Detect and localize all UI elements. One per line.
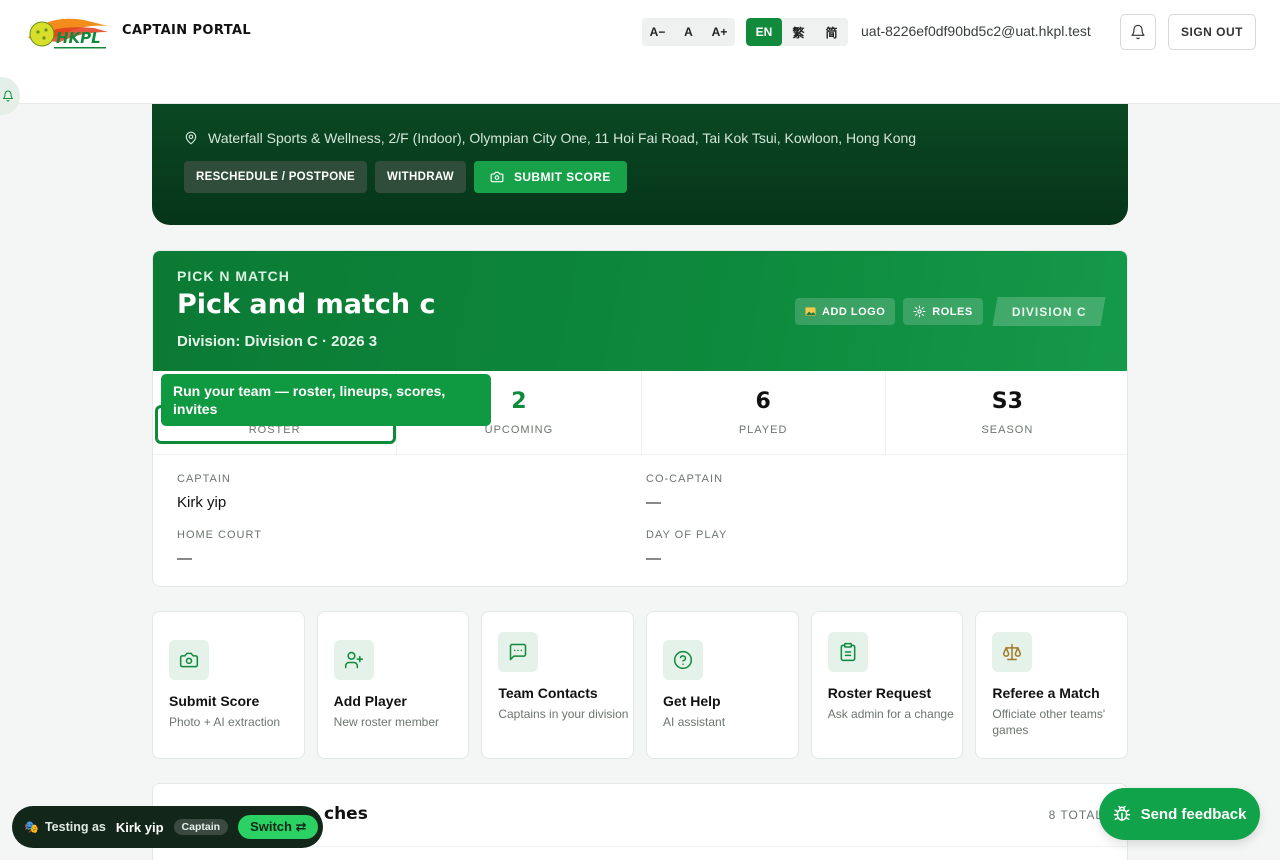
team-hero-actions: ADD LOGO ROLES DIVISION C bbox=[795, 297, 1106, 326]
font-size-controls: A− A A+ bbox=[642, 18, 735, 46]
quick-action-subtitle: AI assistant bbox=[663, 715, 726, 729]
notifications-button[interactable] bbox=[1120, 14, 1156, 50]
team-hero: PICK N MATCH Pick and match c Division: … bbox=[153, 251, 1127, 371]
team-subtitle: Division: Division C · 2026 3 bbox=[177, 333, 378, 350]
testing-as-bar: 🎭 Testing as Kirk yip Captain Switch ⇄ bbox=[12, 806, 323, 848]
stat-season-value: S3 bbox=[991, 389, 1023, 414]
portal-title: CAPTAIN PORTAL bbox=[122, 23, 252, 38]
bug-icon bbox=[1113, 805, 1130, 821]
home-court-value: — bbox=[177, 550, 192, 567]
add-logo-label: ADD LOGO bbox=[822, 305, 886, 318]
roles-label: ROLES bbox=[932, 305, 973, 318]
quick-action-get-help[interactable]: Get Help AI assistant bbox=[646, 611, 799, 759]
withdraw-button[interactable]: WITHDRAW bbox=[375, 161, 466, 193]
home-court-label: HOME COURT bbox=[177, 529, 262, 541]
chat-icon bbox=[498, 632, 539, 672]
stat-season-label: SEASON bbox=[981, 424, 1034, 436]
stat-season[interactable]: S3 SEASON bbox=[886, 371, 1127, 454]
testing-label: Testing as bbox=[44, 820, 106, 834]
submit-score-button[interactable]: SUBMIT SCORE bbox=[473, 161, 627, 193]
roles-button[interactable]: ROLES bbox=[903, 298, 983, 325]
onboarding-tooltip: Run your team — roster, lineups, scores,… bbox=[161, 374, 491, 426]
captain-label: CAPTAIN bbox=[177, 473, 231, 485]
hkpl-logo[interactable]: HKPL bbox=[24, 12, 110, 52]
stat-played-value: 6 bbox=[755, 389, 771, 414]
gear-icon bbox=[913, 305, 926, 318]
stat-played-label: PLAYED bbox=[738, 424, 788, 436]
theater-masks-icon: 🎭 bbox=[24, 820, 39, 834]
testing-user-name: Kirk yip bbox=[115, 819, 164, 835]
add-logo-button[interactable]: ADD LOGO bbox=[795, 298, 896, 325]
top-header: HKPL CAPTAIN PORTAL A− A A+ EN 繁 简 uat-8… bbox=[0, 0, 1280, 104]
quick-action-subtitle: Officiate other teams' games bbox=[992, 707, 1106, 737]
quick-action-subtitle: Captains in your division bbox=[498, 707, 629, 721]
location-pin-icon bbox=[185, 131, 197, 145]
quick-action-title: Team Contacts bbox=[498, 685, 598, 701]
send-feedback-button[interactable]: Send feedback bbox=[1099, 788, 1260, 840]
font-increase-button[interactable]: A+ bbox=[704, 18, 735, 46]
match-actions: RESCHEDULE / POSTPONE WITHDRAW SUBMIT SC… bbox=[184, 161, 627, 193]
matches-title: ches bbox=[324, 804, 368, 824]
reschedule-button[interactable]: RESCHEDULE / POSTPONE bbox=[184, 161, 368, 193]
quick-action-referee-match[interactable]: Referee a Match Officiate other teams' g… bbox=[975, 611, 1129, 759]
quick-action-subtitle: Ask admin for a change bbox=[827, 707, 954, 721]
quick-action-team-contacts[interactable]: Team Contacts Captains in your division bbox=[481, 611, 635, 759]
matches-total: 8 TOTAL bbox=[1048, 808, 1103, 822]
camera-icon bbox=[169, 640, 209, 680]
lang-en-button[interactable]: EN bbox=[746, 18, 782, 46]
co-captain-value: — bbox=[646, 494, 661, 511]
quick-action-roster-request[interactable]: Roster Request Ask admin for a change bbox=[810, 611, 964, 759]
help-icon bbox=[663, 640, 704, 680]
submit-score-label: SUBMIT SCORE bbox=[513, 170, 611, 184]
captain-value: Kirk yip bbox=[177, 494, 227, 511]
svg-text:HKPL: HKPL bbox=[56, 29, 101, 47]
quick-action-subtitle: Photo + AI extraction bbox=[169, 715, 281, 729]
day-of-play-label: DAY OF PLAY bbox=[646, 529, 728, 541]
team-kicker: PICK N MATCH bbox=[177, 268, 290, 284]
bell-icon bbox=[3, 90, 13, 102]
co-captain-label: CO-CAPTAIN bbox=[646, 473, 724, 485]
quick-action-title: Submit Score bbox=[169, 693, 260, 709]
add-user-icon bbox=[333, 640, 374, 680]
match-location: Waterfall Sports & Wellness, 2/F (Indoor… bbox=[184, 130, 916, 146]
stat-played[interactable]: 6 PLAYED bbox=[642, 371, 886, 454]
team-name: Pick and match c bbox=[177, 289, 436, 320]
division-badge: DIVISION C bbox=[992, 297, 1106, 326]
testing-role-badge: Captain bbox=[173, 819, 229, 835]
lang-simplified-button[interactable]: 简 bbox=[815, 18, 848, 46]
font-reset-button[interactable]: A bbox=[673, 18, 704, 46]
image-icon bbox=[805, 307, 816, 316]
quick-actions: Submit Score Photo + AI extraction Add P… bbox=[152, 611, 1129, 759]
co-captain-info: CO-CAPTAIN — bbox=[646, 473, 1046, 511]
captain-info: CAPTAIN Kirk yip bbox=[177, 473, 577, 511]
language-switcher: EN 繁 简 bbox=[746, 18, 848, 46]
quick-action-title: Referee a Match bbox=[992, 685, 1100, 701]
location-text: Waterfall Sports & Wellness, 2/F (Indoor… bbox=[208, 130, 917, 146]
font-decrease-button[interactable]: A− bbox=[642, 18, 673, 46]
home-court-info: HOME COURT — bbox=[177, 529, 577, 567]
quick-action-title: Get Help bbox=[663, 693, 721, 709]
sign-out-button[interactable]: SIGN OUT bbox=[1168, 14, 1256, 50]
day-of-play-value: — bbox=[646, 550, 661, 567]
user-email: uat-8226ef0df90bd5c2@uat.hkpl.test bbox=[861, 23, 1091, 39]
quick-action-submit-score[interactable]: Submit Score Photo + AI extraction bbox=[152, 611, 305, 759]
switch-user-button[interactable]: Switch ⇄ bbox=[238, 815, 319, 839]
day-of-play-info: DAY OF PLAY — bbox=[646, 529, 1046, 567]
camera-icon bbox=[490, 171, 504, 183]
lang-traditional-button[interactable]: 繁 bbox=[782, 18, 815, 46]
scales-icon bbox=[992, 632, 1033, 672]
quick-action-subtitle: New roster member bbox=[333, 715, 440, 729]
clipboard-icon bbox=[827, 632, 868, 672]
send-feedback-label: Send feedback bbox=[1140, 805, 1247, 823]
quick-action-title: Add Player bbox=[333, 693, 407, 709]
quick-action-title: Roster Request bbox=[827, 685, 932, 701]
quick-action-add-player[interactable]: Add Player New roster member bbox=[316, 611, 470, 759]
bell-icon bbox=[1131, 24, 1145, 40]
